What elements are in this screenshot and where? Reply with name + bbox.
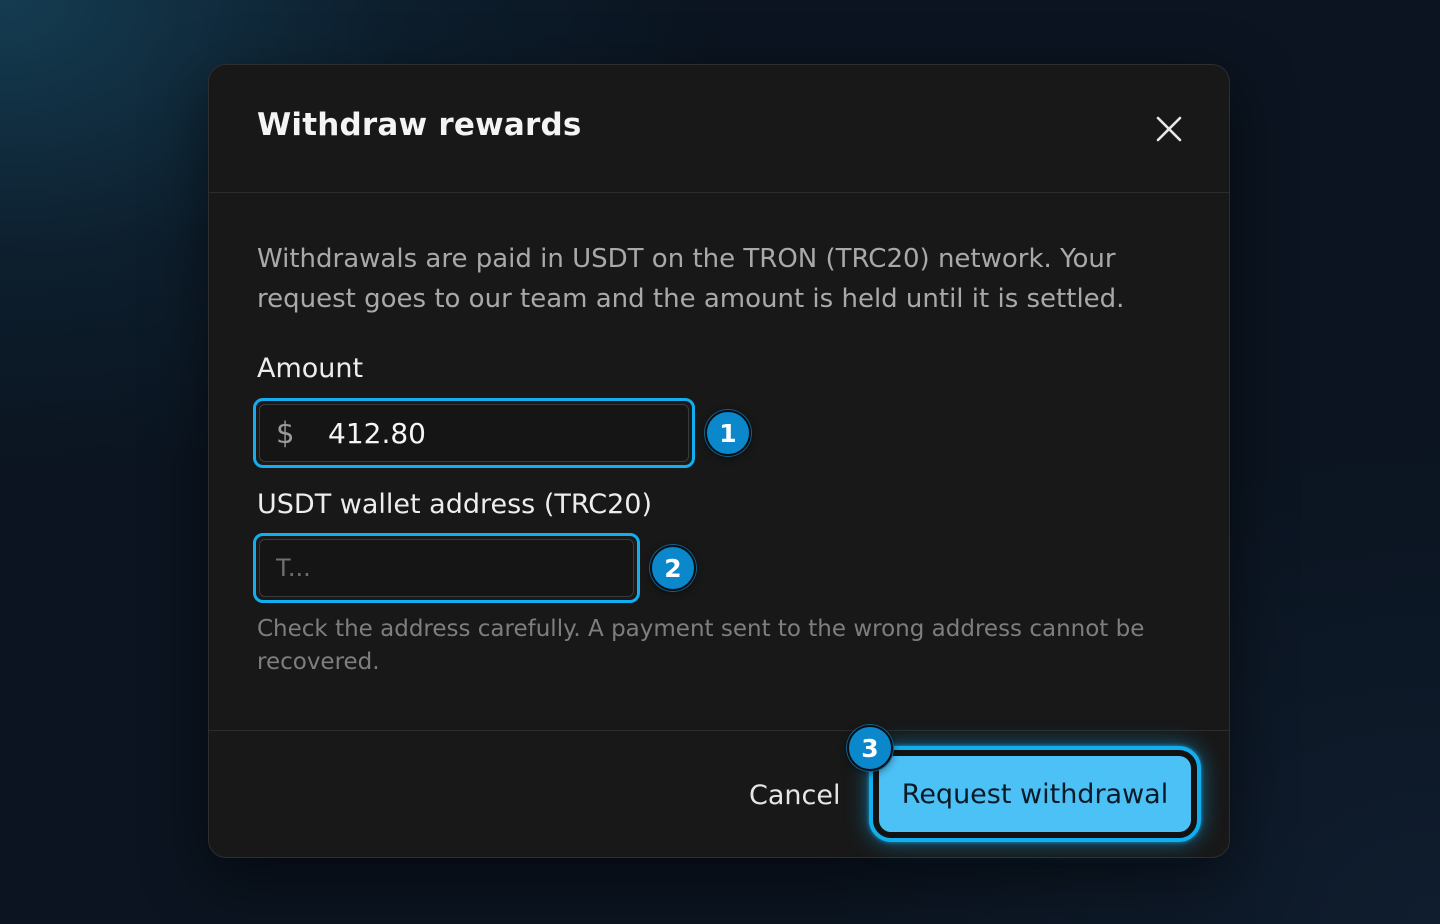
amount-field-wrapper: $ xyxy=(253,398,695,468)
step-marker-3: 3 xyxy=(847,725,893,771)
amount-input[interactable] xyxy=(328,405,668,461)
wallet-address-input[interactable] xyxy=(276,540,616,596)
cancel-button[interactable]: Cancel xyxy=(749,773,840,817)
dialog-title: Withdraw rewards xyxy=(257,107,582,143)
dialog-description: Withdrawals are paid in USDT on the TRON… xyxy=(257,244,1125,314)
amount-label: Amount xyxy=(257,353,364,384)
wallet-field-box xyxy=(259,539,634,597)
close-icon xyxy=(1156,116,1182,142)
wallet-field-wrapper xyxy=(253,533,640,603)
wallet-helper-text: Check the address carefully. A payment s… xyxy=(257,616,1145,675)
withdraw-dialog: Withdraw rewards Withdrawals are paid in… xyxy=(208,64,1230,858)
step-marker-1: 1 xyxy=(705,410,751,456)
currency-prefix: $ xyxy=(276,416,295,450)
close-button[interactable] xyxy=(1149,109,1189,149)
dialog-header: Withdraw rewards xyxy=(209,65,1229,193)
dialog-footer: Cancel Request withdrawal xyxy=(209,730,1229,858)
submit-focus-ring: Request withdrawal xyxy=(869,746,1201,842)
amount-field-box: $ xyxy=(259,404,689,462)
wallet-address-label: USDT wallet address (TRC20) xyxy=(257,489,653,520)
step-marker-2: 2 xyxy=(650,545,696,591)
request-withdrawal-button[interactable]: Request withdrawal xyxy=(879,756,1191,832)
